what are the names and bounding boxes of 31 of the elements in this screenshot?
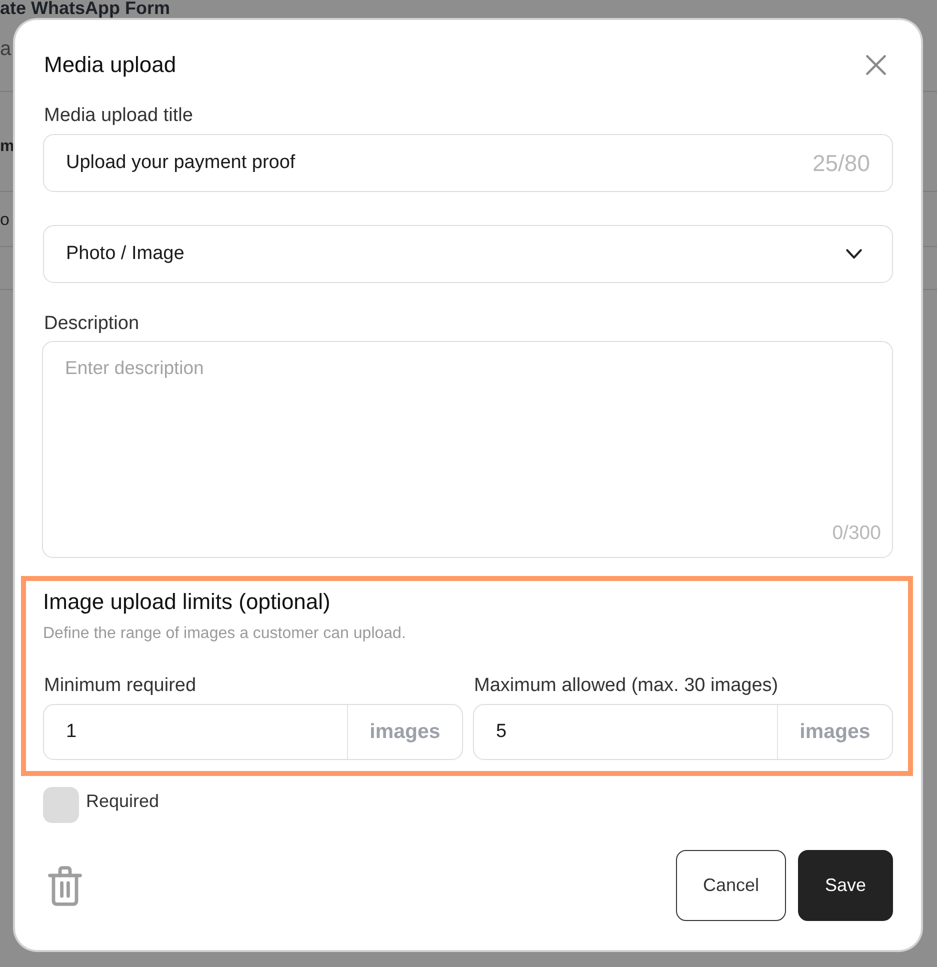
- input-value: Upload your payment proof: [66, 151, 296, 175]
- title-input[interactable]: Upload your payment proof 25/80: [43, 134, 893, 192]
- placeholder-text: Enter description: [65, 357, 204, 379]
- dialog-title: Media upload: [44, 52, 176, 78]
- number-input[interactable]: 5 images: [473, 704, 893, 760]
- close-icon[interactable]: [866, 55, 886, 75]
- chevron-down-icon: [846, 249, 862, 259]
- field-label: Maximum allowed (max. 30 images): [474, 675, 778, 697]
- input-value: 1: [66, 720, 78, 744]
- save-button[interactable]: Save: [798, 850, 893, 921]
- character-counter: 25/80: [812, 150, 870, 176]
- section-title: Image upload limits (optional): [43, 589, 332, 615]
- dropdown-value: Photo / Image: [66, 242, 186, 266]
- field-label: Minimum required: [44, 675, 196, 697]
- field-label: Description: [44, 313, 140, 335]
- section-hint: Define the range of images a customer can upload.: [43, 624, 407, 644]
- required-checkbox[interactable]: [43, 787, 79, 823]
- page-text: a: [0, 38, 12, 60]
- field-label: Media upload title: [44, 105, 193, 127]
- page-text: m: [0, 137, 14, 157]
- character-counter: 0/300: [832, 522, 881, 544]
- unit-label: images: [370, 720, 440, 744]
- trash-icon[interactable]: [48, 866, 82, 906]
- unit-label: images: [800, 720, 870, 744]
- checkbox-label: Required: [86, 790, 160, 813]
- cancel-button[interactable]: Cancel: [676, 850, 786, 921]
- page-text: o: [0, 209, 10, 231]
- media-type-dropdown[interactable]: Photo / Image: [43, 225, 893, 283]
- number-input[interactable]: 1 images: [43, 704, 463, 760]
- input-value: 5: [496, 720, 508, 744]
- page-heading: ate WhatsApp Form: [0, 0, 170, 17]
